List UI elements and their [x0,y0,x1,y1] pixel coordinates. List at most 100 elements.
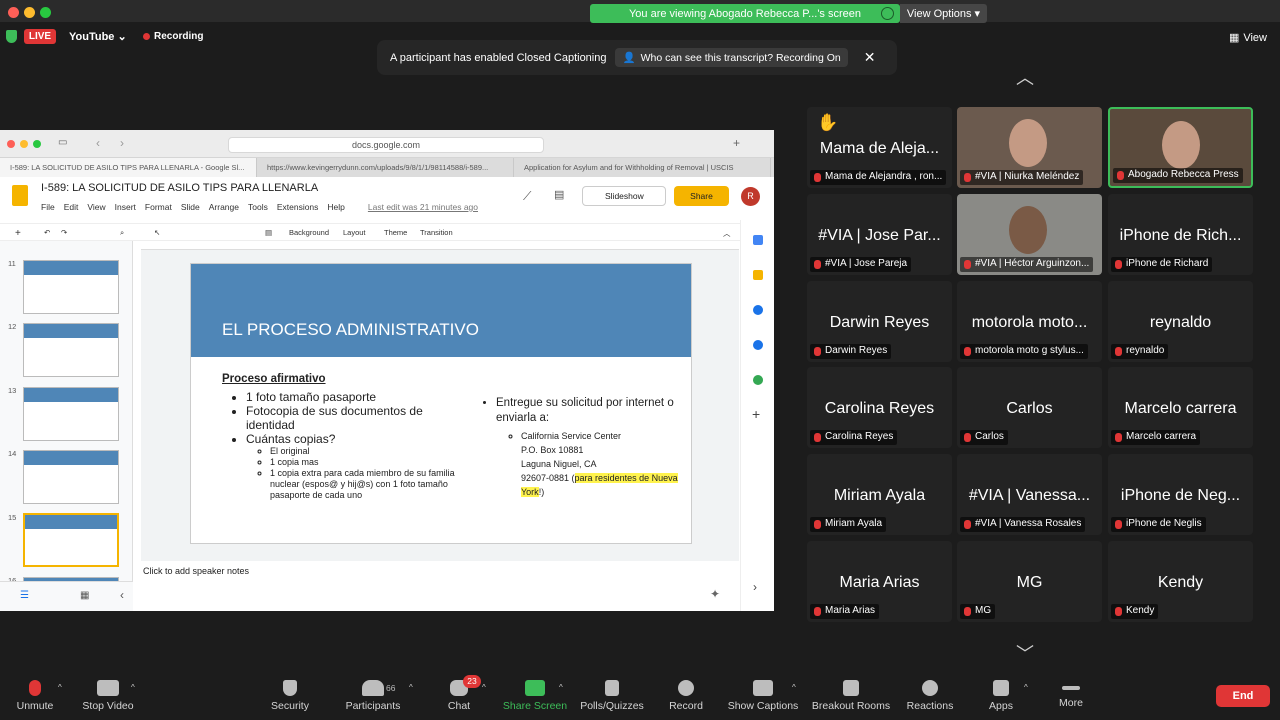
menu-extensions[interactable]: Extensions [277,202,319,212]
minimize-window-icon[interactable] [20,140,28,148]
stop-video-button[interactable]: Stop Video [68,673,148,720]
chevron-up-icon[interactable]: ^ [409,683,413,692]
speaker-notes-field[interactable]: Click to add speaker notes [143,566,249,576]
slide-left-column[interactable]: Proceso afirmativo 1 foto tamaño pasapor… [222,373,462,501]
select-icon[interactable]: ↖ [154,228,160,237]
chevron-up-icon[interactable]: ︿ [1016,64,1034,90]
participant-tile[interactable]: Maria Arias Maria Arias [807,541,952,622]
last-edit-link[interactable]: Last edit was 21 minutes ago [368,202,478,212]
calendar-icon[interactable] [753,235,763,245]
participant-tile[interactable]: ✋ Mama de Aleja... Mama de Alejandra , ron… [807,107,952,188]
back-arrow-icon[interactable]: ‹ [96,136,100,150]
participant-tile[interactable]: #VIA | Niurka Meléndez [957,107,1102,188]
view-options-button[interactable]: View Options ▾ [900,4,987,23]
reactions-button[interactable]: Reactions [890,673,970,720]
breakout-rooms-button[interactable]: Breakout Rooms [811,673,891,720]
chevron-down-icon[interactable]: ﹀ [1016,640,1034,666]
participant-tile[interactable]: reynaldo reynaldo [1108,281,1253,362]
livestream-platform-button[interactable]: YouTube ⌄ [69,30,127,43]
participant-tile[interactable]: iPhone de Neg... iPhone de Neglis [1108,454,1253,535]
menu-slide[interactable]: Slide [181,202,200,212]
participant-tile[interactable]: Miriam Ayala Miriam Ayala [807,454,952,535]
slideshow-button[interactable]: Slideshow [582,186,666,206]
avatar[interactable]: R [741,187,760,206]
keep-icon[interactable] [753,270,763,280]
polls-button[interactable]: Polls/Quizzes [572,673,652,720]
list-view-icon[interactable]: ☰ [20,590,29,601]
more-button[interactable]: More [1031,673,1111,720]
menu-format[interactable]: Format [145,202,172,212]
chevron-up-icon[interactable]: ^ [131,683,135,692]
browser-tab[interactable]: Application for Asylum and for Withholdi… [514,158,771,177]
activity-trend-icon[interactable]: ⟋ [523,189,531,204]
google-slides-logo-icon[interactable] [12,185,28,206]
new-slide-icon[interactable]: + [15,228,21,239]
layout-button[interactable]: Layout [343,228,366,237]
chevron-up-icon[interactable]: ^ [1024,683,1028,692]
close-icon[interactable]: ✕ [864,49,876,66]
address-bar[interactable]: docs.google.com [228,137,544,153]
theme-button[interactable]: Theme [384,228,407,237]
close-window-icon[interactable] [8,7,19,18]
chat-button[interactable]: Chat [419,673,499,720]
slide-thumbnail[interactable] [23,323,119,377]
live-badge[interactable]: LIVE [24,29,56,44]
chevron-up-icon[interactable]: ︿ [723,228,731,239]
show-captions-button[interactable]: Show Captions [723,673,803,720]
menu-file[interactable]: File [41,202,55,212]
browser-tab[interactable]: I-589: LA SOLICITUD DE ASILO TIPS PARA L… [0,158,257,177]
record-button[interactable]: Record [646,673,726,720]
recording-indicator[interactable]: Recording [143,31,203,42]
menu-edit[interactable]: Edit [64,202,79,212]
participant-tile[interactable]: #VIA | Héctor Arguinzon... [957,194,1102,275]
tasks-icon[interactable] [753,305,763,315]
menu-tools[interactable]: Tools [248,202,268,212]
add-addon-icon[interactable]: + [752,406,760,422]
zoom-icon[interactable]: ⌕ [120,228,124,238]
participant-tile[interactable]: Carolina Reyes Carolina Reyes [807,367,952,448]
maps-icon[interactable] [753,375,763,385]
transcript-visibility-link[interactable]: 👤 Who can see this transcript? Recording … [615,48,848,67]
participant-tile[interactable]: motorola moto... motorola moto g stylus..… [957,281,1102,362]
participant-tile[interactable]: Darwin Reyes Darwin Reyes [807,281,952,362]
participant-tile[interactable]: iPhone de Rich... iPhone de Richard [1108,194,1253,275]
chevron-up-icon[interactable]: ^ [482,683,486,692]
apps-button[interactable]: Apps [961,673,1041,720]
chevron-up-icon[interactable]: ^ [58,683,62,692]
menu-insert[interactable]: Insert [115,202,136,212]
slide-thumbnail[interactable] [23,450,119,504]
document-title[interactable]: I-589: LA SOLICITUD DE ASILO TIPS PARA L… [41,182,318,194]
end-meeting-button[interactable]: End [1216,685,1270,707]
grid-view-icon[interactable]: ▦ [80,590,89,601]
menu-arrange[interactable]: Arrange [209,202,239,212]
new-tab-icon[interactable]: + [733,136,740,150]
slide-thumbnail-selected[interactable] [23,513,119,567]
participant-tile[interactable]: #VIA | Vanessa... #VIA | Vanessa Rosales [957,454,1102,535]
sidebar-toggle-icon[interactable]: ▭ [58,137,67,148]
security-button[interactable]: Security [250,673,330,720]
comment-icon[interactable]: ▤ [554,188,564,201]
zoom-window-icon[interactable] [40,7,51,18]
redo-icon[interactable]: ↷ [61,228,67,237]
participant-tile[interactable]: MG MG [957,541,1102,622]
forward-arrow-icon[interactable]: › [120,136,124,150]
share-screen-button[interactable]: Share Screen [495,673,575,720]
unmute-button[interactable]: Unmute [0,673,75,720]
participant-tile[interactable]: Abogado Rebecca Press [1108,107,1253,188]
menu-view[interactable]: View [87,202,105,212]
chevron-up-icon[interactable]: ^ [792,683,796,692]
zoom-window-icon[interactable] [33,140,41,148]
chevron-right-icon[interactable]: › [753,580,757,594]
share-button[interactable]: Share [674,186,729,206]
menu-help[interactable]: Help [327,202,344,212]
transition-button[interactable]: Transition [420,228,453,237]
contacts-icon[interactable] [753,340,763,350]
participant-tile[interactable]: Marcelo carrera Marcelo carrera [1108,367,1253,448]
participant-tile[interactable]: Carlos Carlos [957,367,1102,448]
slide-title[interactable]: EL PROCESO ADMINISTRATIVO [222,320,479,340]
participant-tile[interactable]: #VIA | Jose Par... #VIA | Jose Pareja [807,194,952,275]
slide-thumbnail[interactable] [23,387,119,441]
current-slide[interactable]: EL PROCESO ADMINISTRATIVO Proceso afirma… [190,263,692,544]
participant-tile[interactable]: Kendy Kendy [1108,541,1253,622]
comment-icon[interactable]: ▤ [265,228,272,237]
